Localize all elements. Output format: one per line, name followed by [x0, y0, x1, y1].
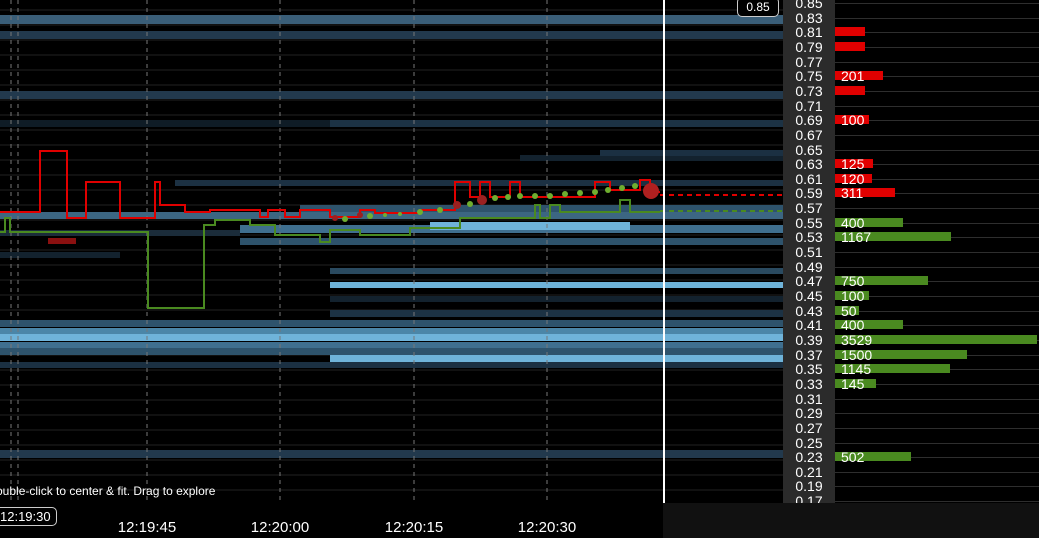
price-tick: 0.53 [795, 229, 823, 246]
bid-size-label: 1500 [841, 346, 873, 363]
price-tick: 0.77 [795, 53, 823, 70]
price-tick: 0.29 [795, 405, 823, 422]
bid-size-label: 400 [841, 317, 865, 334]
price-tick: 0.21 [795, 463, 823, 480]
price-tick: 0.37 [795, 346, 823, 363]
price-axis[interactable]: 0.85 0.83 0.81 0.79 0.77 0.75 0.73 0.71 0.69 0.67… [783, 0, 835, 503]
liquidity-heat-bands [0, 15, 783, 458]
ask-size-label: 100 [841, 112, 865, 129]
bid-size-label: 1167 [841, 229, 872, 246]
price-tick: 0.47 [795, 273, 823, 290]
book-row-divider [835, 501, 1039, 503]
book-row-divider [835, 208, 1039, 210]
cursor-price-badge: 0.85 [737, 0, 779, 17]
book-row-divider [835, 310, 1039, 312]
bid-size-label: 502 [841, 449, 865, 466]
book-row-divider [835, 46, 1039, 48]
bid-size-label: 750 [841, 273, 865, 290]
navigation-hint: ouble-click to center & fit. Drag to exp… [0, 484, 216, 498]
price-tick: 0.79 [795, 38, 823, 55]
book-row-divider [835, 486, 1039, 488]
ask-size-bar [835, 27, 865, 37]
price-tick: 0.33 [795, 375, 823, 392]
book-row-divider [835, 90, 1039, 92]
book-row-divider [835, 471, 1039, 473]
price-tick: 0.51 [795, 244, 823, 261]
bid-size-label: 50 [841, 302, 857, 319]
bid-size-label: 400 [841, 214, 865, 231]
price-tick: 0.71 [795, 97, 823, 114]
ask-size-label: 120 [841, 170, 865, 187]
heatmap-canvas[interactable] [0, 0, 783, 503]
ask-size-label: 201 [841, 68, 865, 85]
price-tick: 0.31 [795, 390, 823, 407]
price-tick: 0.55 [795, 214, 823, 231]
book-row-divider [835, 252, 1039, 254]
price-tick: 0.59 [795, 185, 823, 202]
bid-size-label: 145 [841, 375, 865, 392]
heatmap-chart[interactable]: 0.85 ouble-click to center & fit. Drag t… [0, 0, 783, 503]
ask-size-label: 125 [841, 156, 865, 173]
time-tick: 12:20:30 [517, 519, 577, 536]
cursor-time-badge: 12:19:30 [0, 507, 57, 526]
price-tick: 0.67 [795, 126, 823, 143]
book-row-divider [835, 413, 1039, 415]
price-tick: 0.23 [795, 449, 823, 466]
price-tick: 0.49 [795, 258, 823, 275]
book-row-divider [835, 17, 1039, 19]
price-tick: 0.35 [795, 361, 823, 378]
price-tick: 0.63 [795, 156, 823, 173]
time-tick: 12:20:00 [250, 519, 310, 536]
book-row-divider [835, 398, 1039, 400]
book-row-divider [835, 442, 1039, 444]
book-row-divider [835, 3, 1039, 4]
bid-size-label: 1145 [841, 361, 872, 378]
order-book-panel: 201 100 125 120 311 400 1167 750 100 50 400 3529 150… [835, 0, 1039, 503]
price-tick: 0.75 [795, 68, 823, 85]
price-tick: 0.57 [795, 200, 823, 217]
price-tick: 0.17 [795, 493, 823, 503]
order-book-heatmap-app: 0.85 ouble-click to center & fit. Drag t… [0, 0, 1039, 538]
price-tick: 0.43 [795, 302, 823, 319]
price-tick: 0.39 [795, 331, 823, 348]
price-tick: 0.69 [795, 112, 823, 129]
price-tick: 0.65 [795, 141, 823, 158]
crosshair-vertical-line [663, 0, 665, 503]
bid-size-label: 100 [841, 288, 865, 304]
book-row-divider [835, 32, 1039, 34]
book-row-divider [835, 149, 1039, 151]
price-tick: 0.45 [795, 288, 823, 304]
bid-size-label: 3529 [841, 331, 873, 348]
time-axis-filler [663, 503, 1039, 538]
book-row-divider [835, 427, 1039, 429]
ask-size-bar [835, 41, 865, 51]
book-row-divider [835, 134, 1039, 136]
price-tick: 0.85 [795, 0, 823, 11]
time-tick: 12:19:45 [117, 519, 177, 536]
time-tick: 12:20:15 [384, 519, 444, 536]
price-tick: 0.83 [795, 9, 823, 26]
price-tick: 0.61 [795, 170, 823, 187]
price-tick: 0.81 [795, 24, 823, 41]
book-row-divider [835, 61, 1039, 63]
price-tick: 0.27 [795, 419, 823, 436]
price-tick: 0.19 [795, 478, 823, 495]
price-tick: 0.73 [795, 82, 823, 99]
price-tick: 0.25 [795, 434, 823, 451]
time-axis[interactable]: 12:19:45 12:20:00 12:20:15 12:20:30 [0, 503, 663, 538]
book-row-divider [835, 266, 1039, 268]
price-tick: 0.41 [795, 317, 823, 334]
book-row-divider [835, 105, 1039, 107]
ask-size-label: 311 [841, 185, 864, 202]
ask-size-bar [835, 85, 865, 95]
